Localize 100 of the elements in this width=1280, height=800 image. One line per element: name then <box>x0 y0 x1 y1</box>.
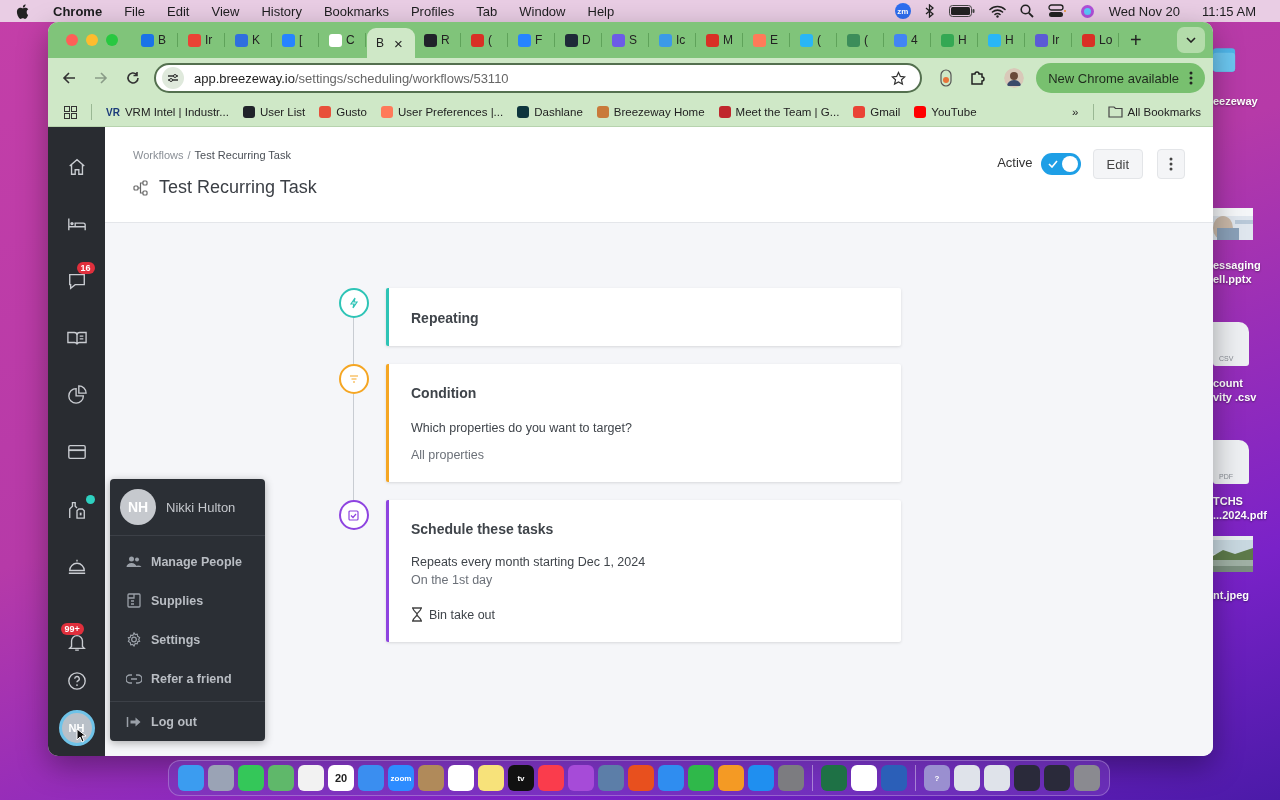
app-icon[interactable]: tv <box>508 765 534 791</box>
browser-tab[interactable]: ( <box>462 22 509 58</box>
siri-icon[interactable] <box>1079 3 1095 19</box>
browser-tab[interactable]: Ir <box>179 22 226 58</box>
app-icon[interactable] <box>984 765 1010 791</box>
app-icon[interactable] <box>851 765 877 791</box>
back-icon[interactable] <box>62 71 76 85</box>
file-name[interactable]: ell.pptx <box>1213 272 1252 286</box>
browser-tab[interactable]: Lo <box>1073 22 1120 58</box>
bookmark-link[interactable]: Meet the Team | G... <box>718 106 840 118</box>
link-icon <box>126 673 142 684</box>
step-card[interactable]: Schedule these tasks Repeats every month starting Dec 1, 2024 On the 1st day Bin take out <box>386 500 901 642</box>
bookmark-link[interactable]: Dashlane <box>517 106 583 118</box>
card-icon[interactable] <box>66 442 87 462</box>
menu-item[interactable]: Window <box>519 3 566 19</box>
menu-bar-date[interactable]: Wed Nov 20 <box>1108 3 1181 19</box>
browser-tab[interactable]: Ic <box>650 22 697 58</box>
bookmark-star-icon[interactable] <box>891 70 907 86</box>
menu-item[interactable]: History <box>261 3 302 19</box>
menu-item[interactable]: Help <box>587 3 615 19</box>
menu-item[interactable]: File <box>124 3 146 19</box>
app-icon[interactable] <box>478 765 504 791</box>
browser-tab[interactable]: M <box>697 22 744 58</box>
home-icon[interactable] <box>66 157 87 177</box>
search-icon[interactable] <box>1019 4 1034 18</box>
profile-avatar-icon[interactable] <box>1004 68 1025 88</box>
all-bookmarks-button[interactable]: All Bookmarks <box>1107 106 1201 118</box>
file-name[interactable]: count <box>1213 376 1243 390</box>
menu-item[interactable]: Edit <box>167 3 190 19</box>
browser-tab[interactable]: C <box>320 22 367 58</box>
apps-grid-icon[interactable] <box>64 105 77 119</box>
app-icon[interactable] <box>298 765 324 791</box>
tab-search-button[interactable] <box>1177 27 1205 53</box>
update-chrome-button[interactable]: New Chrome available <box>1036 63 1205 93</box>
browser-tab[interactable]: F <box>509 22 556 58</box>
apple-logo-icon[interactable] <box>16 3 29 19</box>
bookmark-link[interactable]: User List <box>242 106 306 118</box>
bookmark-link[interactable]: User Preferences |... <box>380 106 504 118</box>
browser-tab[interactable]: 4 <box>885 22 932 58</box>
active-toggle[interactable] <box>1040 153 1081 175</box>
site-settings-icon[interactable] <box>162 67 184 89</box>
browser-tab[interactable]: D <box>556 22 603 58</box>
browser-tab[interactable]: B <box>132 22 179 58</box>
battery-icon[interactable] <box>948 5 975 17</box>
puzzle-icon[interactable] <box>970 70 987 86</box>
bell-icon[interactable] <box>66 632 87 652</box>
menu-item[interactable]: Chrome <box>53 3 103 19</box>
bluetooth-icon[interactable] <box>924 4 935 18</box>
menu-item[interactable]: Manage People <box>110 542 265 581</box>
app-icon[interactable] <box>954 765 980 791</box>
more-bookmarks-button[interactable]: » <box>1072 106 1079 118</box>
browser-tab[interactable]: H <box>979 22 1026 58</box>
browser-tab[interactable]: ( <box>838 22 885 58</box>
menu-item[interactable]: Settings <box>110 620 265 659</box>
bookmark-link[interactable]: YouTube <box>914 106 977 118</box>
extension-icon[interactable] <box>940 69 953 87</box>
menu-item[interactable]: Profiles <box>410 3 455 19</box>
pie-chart-icon[interactable] <box>66 385 87 405</box>
app-icon[interactable] <box>238 765 264 791</box>
browser-tab[interactable]: K <box>226 22 273 58</box>
file-name[interactable]: ...2024.pdf <box>1213 508 1267 522</box>
logout-item[interactable]: Log out <box>110 702 265 741</box>
file-name[interactable]: vity .csv <box>1213 390 1257 404</box>
browser-tab[interactable]: ( <box>791 22 838 58</box>
menu-bar-time[interactable]: 11:15 AM <box>1202 3 1256 19</box>
file-name[interactable]: TCHS <box>1213 494 1243 508</box>
browser-tab[interactable]: E <box>744 22 791 58</box>
address-field[interactable]: app.breezeway.io/settings/scheduling/workflows/53110 <box>154 63 923 93</box>
bookmark-link[interactable]: VR VRM Intel | Industr... <box>106 106 229 118</box>
menu-item[interactable]: Supplies <box>110 581 265 620</box>
browser-tab[interactable]: R <box>415 22 462 58</box>
browser-tab[interactable]: [ <box>273 22 320 58</box>
browser-tab[interactable]: S <box>603 22 650 58</box>
step-card[interactable]: Repeating <box>386 288 901 346</box>
app-icon[interactable] <box>448 765 474 791</box>
browser-tab[interactable]: Ir <box>1026 22 1073 58</box>
bookmark-link[interactable]: Breezeway Home <box>596 106 705 118</box>
file-name[interactable]: essaging <box>1213 258 1261 272</box>
menu-item[interactable]: Bookmarks <box>323 3 389 19</box>
menu-item[interactable]: View <box>211 3 240 19</box>
chat-icon[interactable] <box>66 271 87 291</box>
menu-item[interactable]: Tab <box>476 3 498 19</box>
help-icon[interactable] <box>66 671 87 691</box>
browser-tab[interactable]: H <box>932 22 979 58</box>
app-icon[interactable] <box>718 765 744 791</box>
browser-tab[interactable]: B × <box>367 28 415 58</box>
bookmark-link[interactable]: Gmail <box>853 106 901 118</box>
reload-icon[interactable] <box>126 71 140 85</box>
zoom-status-icon[interactable]: zm <box>894 3 911 19</box>
file-name[interactable]: eezeway <box>1213 94 1258 108</box>
edit-button[interactable]: Edit <box>1092 149 1143 179</box>
control-center-icon[interactable] <box>1047 4 1066 18</box>
wifi-icon[interactable] <box>988 4 1006 18</box>
app-icon[interactable]: 20 <box>328 765 354 791</box>
bottles-icon[interactable] <box>66 499 87 519</box>
new-tab-button[interactable]: + <box>1130 28 1142 52</box>
step-card[interactable]: Condition Which properties do you want to target? All properties <box>386 364 901 482</box>
menu-item[interactable]: Refer a friend <box>110 659 265 698</box>
bookmark-link[interactable]: Gusto <box>319 106 367 118</box>
file-name[interactable]: nt.jpeg <box>1213 588 1250 602</box>
